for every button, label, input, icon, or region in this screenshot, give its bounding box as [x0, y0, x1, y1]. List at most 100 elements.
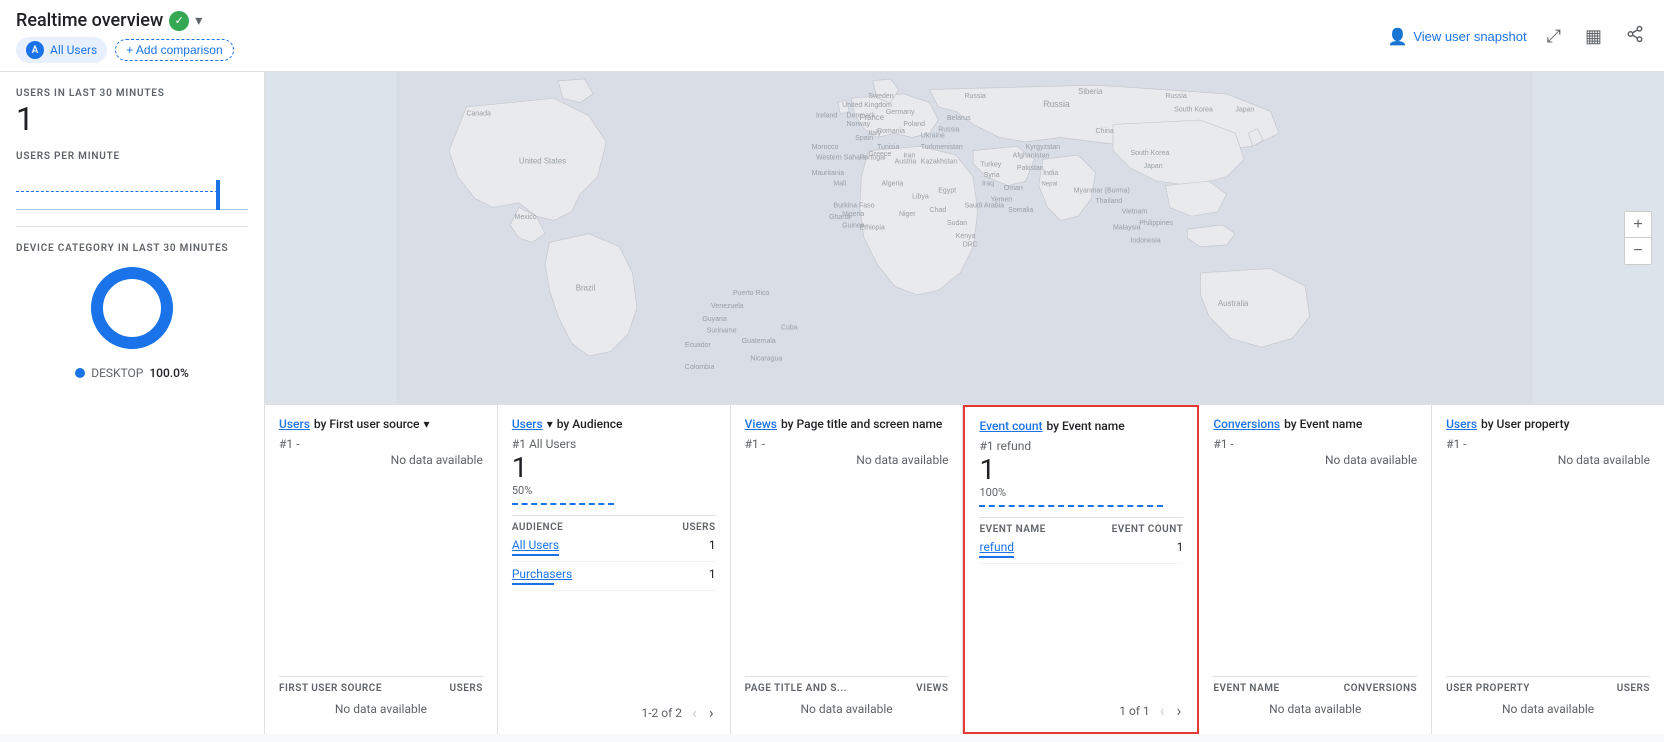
svg-text:Sudan: Sudan — [947, 220, 967, 227]
legend-dot — [75, 368, 85, 378]
table-row: refund 1 — [979, 535, 1183, 564]
svg-text:Turkey: Turkey — [980, 161, 1002, 168]
card-title-link[interactable]: Views — [745, 417, 777, 431]
col1-header: EVENT NAME — [1213, 683, 1279, 694]
card-title-text: by User property — [1481, 417, 1569, 431]
device-category-card: DEVICE CATEGORY IN LAST 30 MINUTES DESKT… — [16, 243, 248, 380]
map-zoom-controls: + − — [1624, 211, 1652, 265]
svg-text:Australia: Australia — [1218, 299, 1249, 308]
svg-text:Afghanistan: Afghanistan — [1013, 153, 1050, 160]
donut-chart — [82, 258, 182, 358]
row-link[interactable]: Purchasers — [512, 567, 572, 581]
table-row: All Users 1 — [512, 533, 716, 562]
svg-text:Mexico: Mexico — [515, 214, 537, 221]
card-1: Users by First user source ▾#1 -No data … — [265, 405, 498, 734]
row-link[interactable]: refund — [979, 540, 1014, 554]
svg-text:Yemen: Yemen — [991, 196, 1013, 203]
col1-header: EVENT NAME — [979, 524, 1045, 535]
card-title-link[interactable]: Conversions — [1213, 417, 1280, 431]
avatar: A — [26, 41, 44, 59]
col1-header: USER PROPERTY — [1446, 683, 1530, 694]
svg-text:Romania: Romania — [877, 128, 905, 135]
header-right: 👤 View user snapshot ⤢ ▦ — [1387, 21, 1648, 52]
table-view-button[interactable]: ▦ — [1581, 22, 1606, 51]
col2-header: CONVERSIONS — [1344, 683, 1418, 694]
col1-header: PAGE TITLE AND S... — [745, 683, 847, 694]
card-table-header: AUDIENCE USERS — [512, 515, 716, 533]
add-comparison-button[interactable]: + Add comparison — [115, 39, 233, 61]
svg-text:India: India — [1043, 170, 1058, 177]
svg-text:Denmark: Denmark — [847, 112, 876, 119]
card-title-text: ▾ — [423, 417, 429, 431]
all-users-filter[interactable]: A All Users — [16, 37, 107, 63]
svg-text:Algeria: Algeria — [882, 181, 904, 188]
card-title-link[interactable]: Users — [1446, 417, 1477, 431]
card-bar — [979, 505, 1183, 507]
svg-text:Russia: Russia — [1043, 99, 1070, 109]
pagination-text: 1 of 1 — [1119, 704, 1149, 718]
status-icon: ✓ — [169, 11, 189, 31]
svg-text:Indonesia: Indonesia — [1131, 237, 1161, 244]
row-value: 1 — [709, 567, 716, 585]
row-value: 1 — [709, 538, 716, 556]
svg-text:Mali: Mali — [833, 181, 846, 188]
svg-text:Suriname: Suriname — [707, 327, 737, 334]
row-link[interactable]: All Users — [512, 538, 559, 552]
card-title: Users by User property — [1446, 417, 1650, 431]
svg-text:Chad: Chad — [930, 207, 947, 214]
map-section: United States Canada Mexico Brazil Franc… — [265, 72, 1664, 404]
card-title: Conversions by Event name — [1213, 417, 1417, 431]
desktop-label: DESKTOP — [91, 366, 143, 380]
card-rank: #1 - — [279, 437, 483, 451]
world-map-svg: United States Canada Mexico Brazil Franc… — [265, 72, 1664, 404]
pagination-text: 1-2 of 2 — [642, 706, 683, 720]
device-category-label: DEVICE CATEGORY IN LAST 30 MINUTES — [16, 243, 248, 254]
no-data-text: No data available — [1446, 453, 1650, 672]
pagination-next[interactable]: › — [707, 701, 716, 724]
zoom-in-button[interactable]: + — [1625, 212, 1651, 238]
card-title-link[interactable]: Users — [279, 417, 310, 431]
svg-text:Russia: Russia — [965, 93, 986, 100]
card-2: Users ▾ by Audience#1 All Users150% AUDI… — [498, 405, 731, 734]
pagination-prev: ‹ — [1158, 699, 1167, 722]
svg-text:Brazil: Brazil — [576, 283, 596, 292]
card-rank: #1 - — [1446, 437, 1650, 451]
no-data-text: No data available — [1213, 453, 1417, 672]
svg-text:Oman: Oman — [1004, 185, 1023, 192]
no-data-text: No data available — [745, 453, 949, 672]
card-title-link[interactable]: Users — [512, 417, 543, 431]
expand-button[interactable]: ⤢ — [1543, 22, 1565, 51]
row-bar — [512, 554, 559, 556]
svg-text:Tunisia: Tunisia — [877, 144, 899, 151]
card-title: Event count by Event name — [979, 419, 1183, 433]
svg-text:Ukraine: Ukraine — [921, 133, 945, 140]
col2-header: USERS — [682, 522, 715, 533]
svg-text:Syria: Syria — [984, 172, 1000, 179]
row-label: refund — [979, 540, 1014, 558]
svg-text:Guatemala: Guatemala — [742, 338, 776, 345]
card-rank: #1 - — [745, 437, 949, 451]
svg-text:Myanmar (Burma): Myanmar (Burma) — [1074, 188, 1130, 195]
view-snapshot-button[interactable]: 👤 View user snapshot — [1387, 27, 1526, 47]
card-title: Users by First user source ▾ — [279, 417, 483, 431]
svg-text:Vietnam: Vietnam — [1122, 209, 1148, 216]
zoom-out-button[interactable]: − — [1625, 238, 1651, 264]
no-data-table: No data available — [1446, 694, 1650, 724]
donut-legend: DESKTOP 100.0% — [75, 366, 189, 380]
title-dropdown-icon[interactable]: ▾ — [195, 13, 202, 29]
svg-text:Mauritania: Mauritania — [812, 170, 845, 177]
card-6: Users by User property #1 - No data availa… — [1432, 405, 1664, 734]
no-data-table: No data available — [745, 694, 949, 724]
card-table-header: FIRST USER SOURCE USERS — [279, 676, 483, 694]
all-users-label: All Users — [50, 43, 97, 57]
pagination-prev: ‹ — [690, 701, 699, 724]
card-title-link[interactable]: Event count — [979, 419, 1042, 433]
pagination-next[interactable]: › — [1175, 699, 1184, 722]
svg-text:Nigeria: Nigeria — [842, 211, 864, 218]
share-button[interactable] — [1622, 21, 1648, 52]
svg-text:United States: United States — [519, 157, 566, 166]
svg-text:Sweden: Sweden — [868, 93, 893, 100]
main-area: USERS IN LAST 30 MINUTES 1 USERS PER MIN… — [0, 72, 1664, 734]
card-title-text: by Audience — [557, 417, 623, 431]
svg-text:Belarus: Belarus — [947, 115, 971, 122]
